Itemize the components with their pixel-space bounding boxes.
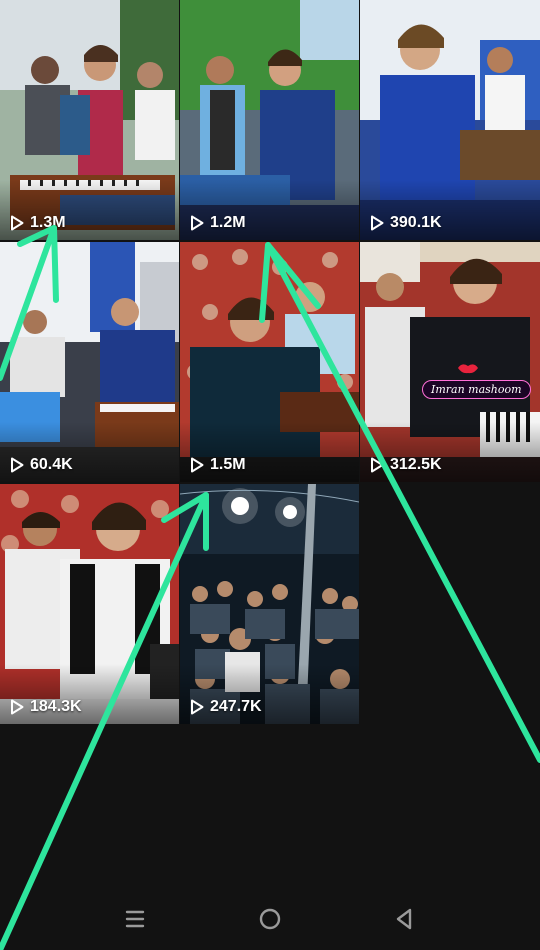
lips-icon	[458, 364, 478, 374]
view-count: 1.3M	[10, 214, 66, 232]
view-count-text: 1.3M	[30, 214, 66, 231]
video-tile[interactable]: 390.1K	[360, 0, 540, 240]
play-outline-icon	[11, 457, 24, 473]
play-outline-icon	[191, 215, 204, 231]
view-count-text: 247.7K	[210, 698, 262, 715]
video-tile[interactable]: 184.3K	[0, 484, 179, 724]
view-count: 312.5K	[370, 456, 442, 474]
view-count-text: 312.5K	[390, 456, 442, 473]
video-grid: 1.3M 1.2M 390.1K 60.4K 1.5M Imran mashoo…	[0, 0, 540, 724]
play-outline-icon	[11, 215, 24, 231]
video-tile[interactable]: 247.7K	[180, 484, 359, 724]
system-nav-bar	[0, 888, 540, 950]
play-outline-icon	[371, 457, 384, 473]
home-button[interactable]	[253, 902, 287, 936]
view-count: 1.5M	[190, 456, 246, 474]
watermark-label: Imran mashoom	[422, 380, 531, 399]
view-count: 390.1K	[370, 214, 442, 232]
home-icon	[259, 908, 281, 930]
view-count: 184.3K	[10, 698, 82, 716]
view-count-text: 60.4K	[30, 456, 73, 473]
screen: 1.3M 1.2M 390.1K 60.4K 1.5M Imran mashoo…	[0, 0, 540, 950]
play-outline-icon	[371, 215, 384, 231]
view-count: 1.2M	[190, 214, 246, 232]
video-tile[interactable]: 60.4K	[0, 242, 179, 482]
view-count-text: 1.5M	[210, 456, 246, 473]
play-outline-icon	[191, 699, 204, 715]
view-count: 247.7K	[190, 698, 262, 716]
video-tile[interactable]: 1.5M	[180, 242, 359, 482]
play-outline-icon	[11, 699, 24, 715]
recents-icon	[125, 910, 145, 928]
recents-button[interactable]	[118, 902, 152, 936]
view-count-text: 184.3K	[30, 698, 82, 715]
view-count: 60.4K	[10, 456, 73, 474]
back-icon	[396, 908, 412, 930]
view-count-text: 390.1K	[390, 214, 442, 231]
back-button[interactable]	[387, 902, 421, 936]
video-tile[interactable]: 1.2M	[180, 0, 359, 240]
view-count-text: 1.2M	[210, 214, 246, 231]
video-tile[interactable]: 1.3M	[0, 0, 179, 240]
play-outline-icon	[191, 457, 204, 473]
video-tile[interactable]: Imran mashoom 312.5K	[360, 242, 540, 482]
